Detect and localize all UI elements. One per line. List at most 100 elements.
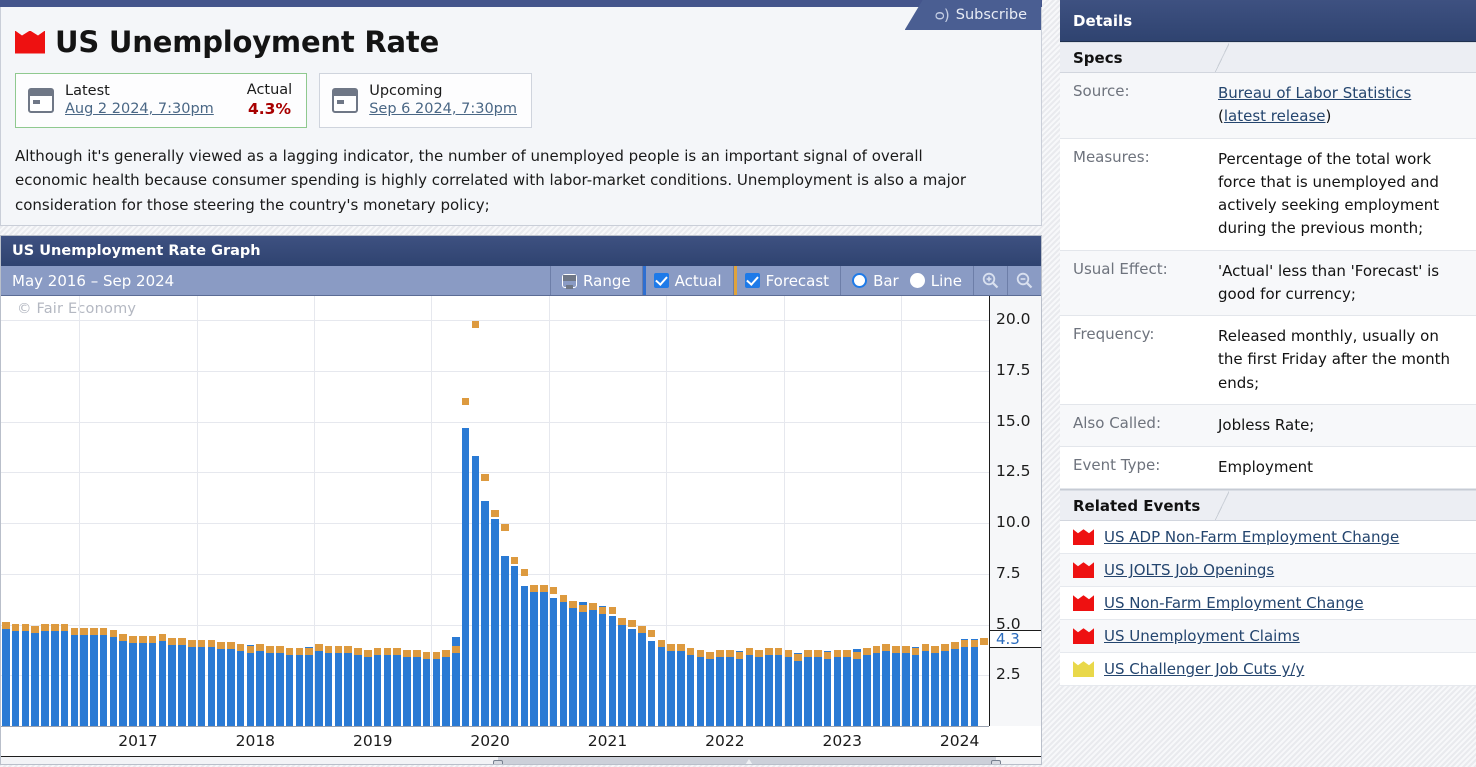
chart-marker-forecast[interactable]	[804, 649, 812, 657]
chart-bar-actual[interactable]	[315, 644, 323, 726]
chart-marker-forecast[interactable]	[559, 595, 568, 603]
chart-marker-forecast[interactable]	[735, 652, 744, 659]
chart-bar-actual[interactable]	[804, 655, 812, 726]
chart-marker-forecast[interactable]	[324, 645, 333, 653]
related-event-link[interactable]: US Challenger Job Cuts y/y	[1104, 660, 1304, 678]
chart-marker-forecast[interactable]	[902, 645, 910, 653]
chart-marker-forecast[interactable]	[344, 645, 353, 653]
chart-bar-actual[interactable]	[442, 655, 450, 726]
chart-marker-forecast[interactable]	[862, 647, 871, 655]
chart-marker-forecast[interactable]	[119, 633, 128, 641]
chart-marker-forecast[interactable]	[334, 645, 343, 653]
chart-marker-forecast[interactable]	[266, 645, 274, 653]
chart-bar-actual[interactable]	[256, 646, 264, 726]
chart-marker-forecast[interactable]	[696, 649, 705, 657]
chart-bar-actual[interactable]	[217, 642, 225, 726]
chart-marker-forecast[interactable]	[853, 652, 861, 659]
chart-marker-forecast[interactable]	[774, 647, 783, 655]
chart-marker-forecast[interactable]	[481, 473, 489, 481]
chart-bar-actual[interactable]	[745, 655, 754, 726]
chart-bar-actual[interactable]	[931, 646, 939, 726]
chart-marker-forecast[interactable]	[892, 645, 900, 653]
chart-bar-actual[interactable]	[139, 636, 147, 726]
chart-marker-forecast[interactable]	[148, 635, 157, 643]
chart-bar-actual[interactable]	[500, 555, 509, 726]
chart-bar-actual[interactable]	[99, 630, 108, 726]
chart-marker-forecast[interactable]	[227, 641, 235, 649]
chart-marker-forecast[interactable]	[217, 641, 225, 649]
chart-marker-forecast[interactable]	[21, 623, 30, 631]
chart-marker-forecast[interactable]	[970, 639, 979, 647]
chart-marker-forecast[interactable]	[90, 627, 98, 635]
chart-marker-forecast[interactable]	[31, 625, 40, 633]
chart-marker-forecast[interactable]	[178, 637, 186, 645]
chart-bar-actual[interactable]	[295, 650, 304, 726]
chart-bar-actual[interactable]	[735, 650, 744, 726]
chart-bar-actual[interactable]	[383, 650, 392, 726]
chart-bar-actual[interactable]	[941, 644, 949, 726]
chart-marker-forecast[interactable]	[276, 645, 284, 653]
chart-bar-actual[interactable]	[784, 657, 793, 726]
chart-bar-actual[interactable]	[725, 655, 734, 726]
chart-marker-forecast[interactable]	[41, 623, 49, 631]
related-event-link[interactable]: US ADP Non-Farm Employment Change	[1104, 528, 1399, 546]
chart-bar-actual[interactable]	[432, 652, 441, 726]
chart-marker-forecast[interactable]	[921, 643, 930, 651]
chart-bar-actual[interactable]	[510, 565, 519, 726]
chart-marker-forecast[interactable]	[745, 647, 754, 655]
chart-bar-actual[interactable]	[628, 628, 636, 726]
range-button[interactable]: Range	[550, 266, 642, 295]
chart-bar-actual[interactable]	[236, 648, 245, 726]
chart-marker-forecast[interactable]	[500, 524, 509, 532]
chart-bar-actual[interactable]	[90, 630, 98, 726]
radio-selected-icon[interactable]	[852, 273, 868, 288]
chart-marker-forecast[interactable]	[187, 639, 196, 647]
chart-marker-forecast[interactable]	[246, 645, 255, 653]
scrollbar-thumb[interactable]	[498, 757, 996, 764]
forecast-toggle[interactable]: Forecast	[732, 266, 841, 295]
chart-marker-forecast[interactable]	[706, 652, 714, 659]
chart-marker-forecast[interactable]	[677, 643, 685, 651]
chart-bar-actual[interactable]	[70, 630, 79, 726]
chart-bar-actual[interactable]	[491, 519, 499, 726]
related-event-link[interactable]: US JOLTS Job Openings	[1104, 561, 1274, 579]
chart-bar-actual[interactable]	[843, 655, 851, 726]
chart-bar-actual[interactable]	[334, 648, 343, 726]
chart-bar-actual[interactable]	[178, 642, 186, 726]
radio-unselected-icon[interactable]	[909, 273, 925, 288]
chart-marker-forecast[interactable]	[432, 652, 441, 659]
chart-bar-actual[interactable]	[559, 600, 568, 726]
chart-marker-forecast[interactable]	[716, 649, 724, 657]
chart-bar-actual[interactable]	[168, 642, 176, 726]
chart-bar-actual[interactable]	[246, 644, 255, 726]
chart-bar-actual[interactable]	[276, 650, 284, 726]
chart-marker-forecast[interactable]	[168, 637, 176, 645]
chart-bar-actual[interactable]	[21, 626, 30, 726]
chart-bar-actual[interactable]	[266, 646, 274, 726]
chart-bar-actual[interactable]	[344, 652, 353, 726]
chart-bar-actual[interactable]	[158, 640, 167, 726]
chart-marker-forecast[interactable]	[823, 652, 832, 659]
chart-marker-forecast[interactable]	[618, 617, 626, 625]
chart-marker-forecast[interactable]	[60, 623, 69, 631]
chart-bar-actual[interactable]	[324, 648, 333, 726]
chart-bar-actual[interactable]	[2, 624, 10, 726]
chart-bar-actual[interactable]	[461, 427, 470, 726]
chart-marker-forecast[interactable]	[510, 556, 519, 564]
chart-marker-forecast[interactable]	[364, 649, 372, 657]
chart-marker-forecast[interactable]	[442, 649, 450, 657]
chart-marker-forecast[interactable]	[403, 649, 411, 657]
chart-marker-forecast[interactable]	[765, 647, 773, 655]
chart-marker-forecast[interactable]	[2, 621, 10, 629]
chart-bar-actual[interactable]	[148, 636, 157, 726]
chart-marker-forecast[interactable]	[960, 639, 969, 647]
chart-bar-actual[interactable]	[950, 642, 959, 726]
chart-marker-forecast[interactable]	[452, 645, 460, 653]
chart-bar-actual[interactable]	[373, 650, 382, 726]
chart-marker-forecast[interactable]	[589, 603, 597, 611]
source-link[interactable]: Bureau of Labor Statistics	[1218, 84, 1411, 102]
chart-marker-forecast[interactable]	[872, 645, 881, 653]
chart-bar-actual[interactable]	[187, 642, 196, 726]
chart-bar-actual[interactable]	[814, 657, 822, 726]
chart-bar-actual[interactable]	[197, 642, 206, 726]
